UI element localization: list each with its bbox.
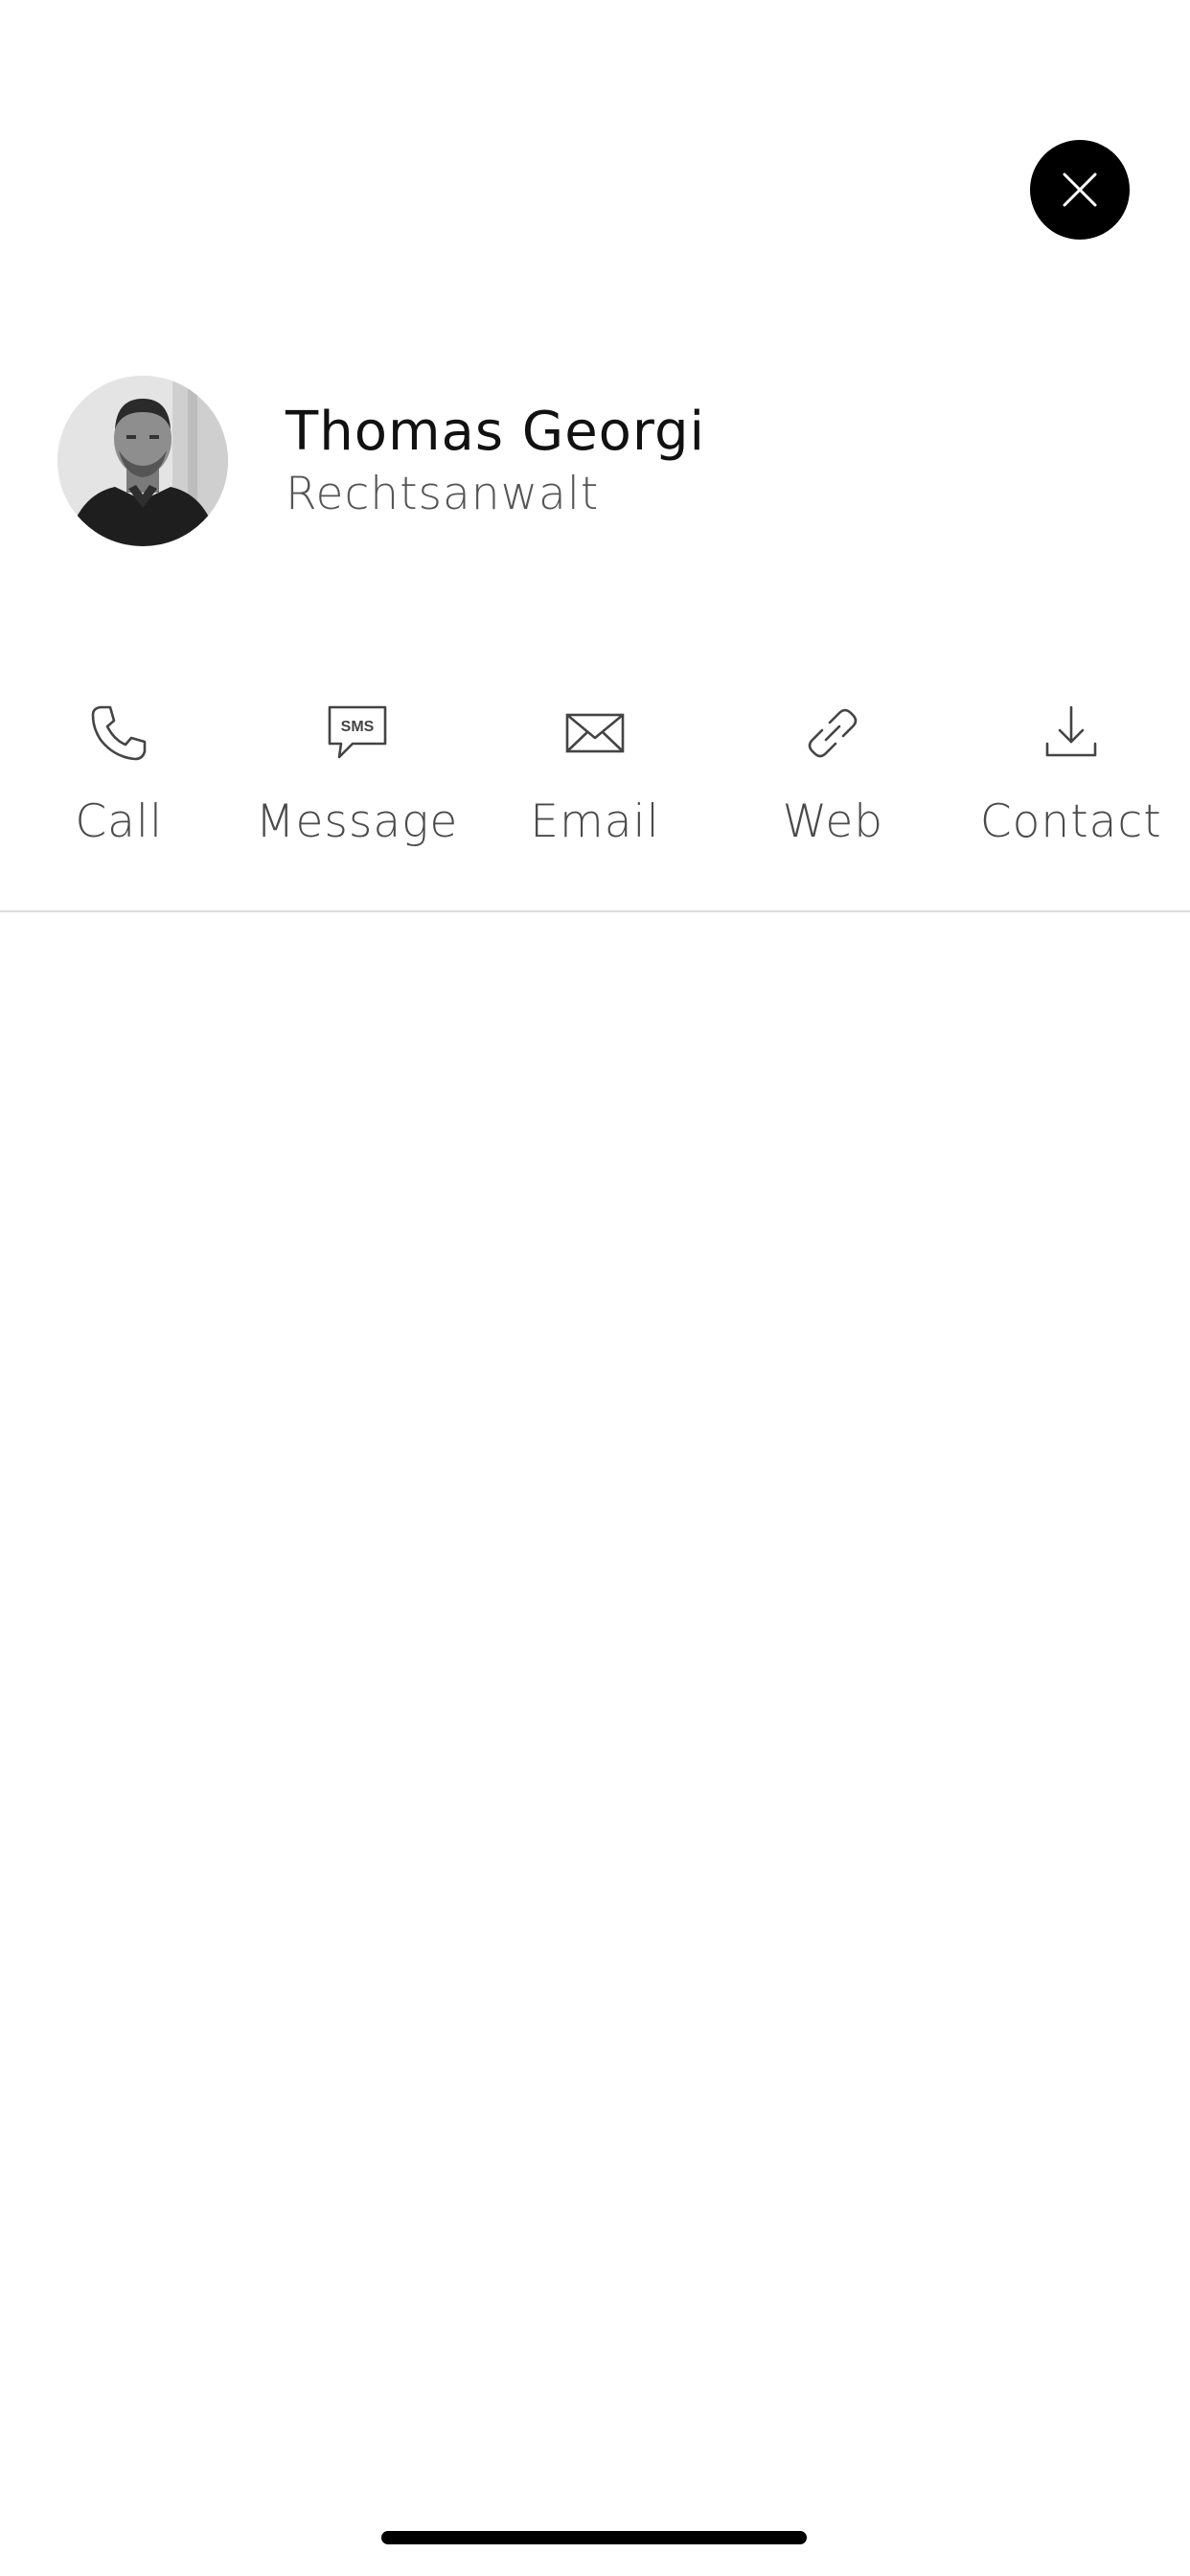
action-bar: Call SMS Message Email Web Contact <box>0 690 1190 910</box>
home-indicator[interactable] <box>381 2531 807 2544</box>
download-icon <box>1040 690 1103 776</box>
sms-icon-text: SMS <box>340 719 374 735</box>
contact-title: Rechtsanwalt <box>286 467 600 520</box>
email-button[interactable]: Email <box>476 690 714 910</box>
call-button[interactable]: Call <box>0 690 238 910</box>
name-block: Thomas Georgi Rechtsanwalt <box>286 402 705 518</box>
divider <box>0 910 1190 912</box>
envelope-icon <box>563 690 627 776</box>
email-label: Email <box>530 795 660 848</box>
web-label: Web <box>782 795 884 848</box>
sms-icon: SMS <box>326 690 389 776</box>
message-button[interactable]: SMS Message <box>238 690 475 910</box>
link-icon <box>801 690 864 776</box>
message-label: Message <box>255 795 459 848</box>
close-button[interactable] <box>1030 140 1130 240</box>
phone-icon <box>87 690 150 776</box>
profile-header: Thomas Georgi Rechtsanwalt <box>57 376 705 546</box>
contact-button[interactable]: Contact <box>952 690 1190 910</box>
close-icon <box>1061 171 1099 209</box>
web-button[interactable]: Web <box>714 690 951 910</box>
call-label: Call <box>75 795 164 848</box>
contact-name: Thomas Georgi <box>286 401 706 464</box>
avatar <box>57 376 228 546</box>
contact-label: Contact <box>979 795 1162 848</box>
